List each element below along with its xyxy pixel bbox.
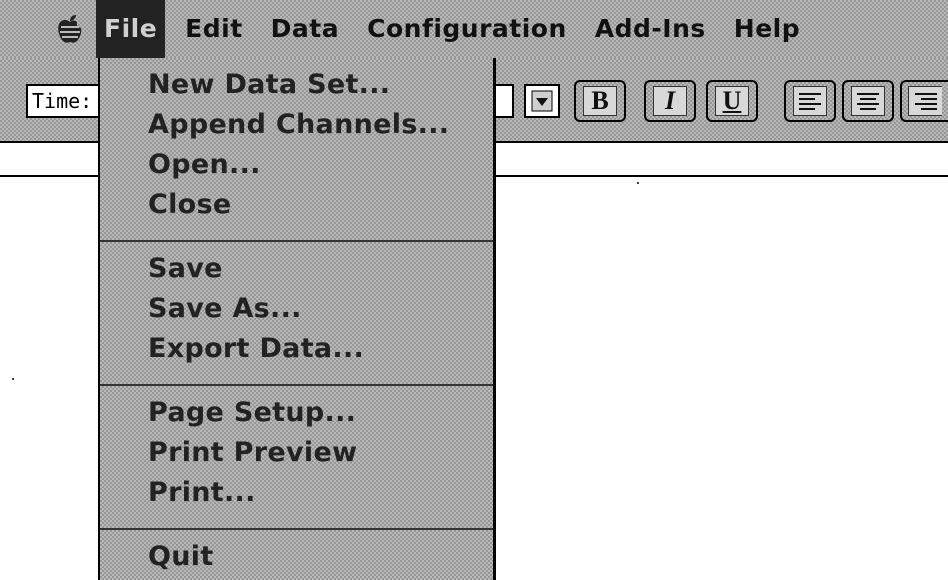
menu-item-save-as[interactable]: Save As... xyxy=(148,292,302,326)
file-menu-dropdown: New Data Set... Append Channels... Open.… xyxy=(98,58,496,580)
align-left-icon xyxy=(799,92,821,110)
align-right-button[interactable] xyxy=(900,80,948,122)
font-dropdown-button[interactable] xyxy=(524,84,560,118)
menu-item-export-data[interactable]: Export Data... xyxy=(148,332,364,366)
bold-button[interactable]: B xyxy=(574,80,626,122)
italic-button[interactable]: I xyxy=(644,80,696,122)
font-field-edge xyxy=(494,84,514,118)
align-center-icon xyxy=(857,92,879,110)
align-right-icon xyxy=(914,92,937,110)
apple-menu[interactable] xyxy=(44,0,96,58)
content-mark xyxy=(12,378,14,380)
menu-separator xyxy=(100,528,493,530)
menu-item-save[interactable]: Save xyxy=(148,252,223,286)
apple-logo-icon xyxy=(58,15,82,43)
bold-label: B xyxy=(583,86,617,116)
content-mark xyxy=(637,182,639,184)
menu-item-quit[interactable]: Quit xyxy=(148,540,214,574)
menu-add-ins[interactable]: Add-Ins xyxy=(581,0,720,58)
triangle-down-icon xyxy=(531,90,553,112)
menu-separator xyxy=(100,384,493,386)
menu-item-print[interactable]: Print... xyxy=(148,476,256,510)
menu-item-page-setup[interactable]: Page Setup... xyxy=(148,396,356,430)
menu-configuration[interactable]: Configuration xyxy=(353,0,581,58)
menu-item-new-data-set[interactable]: New Data Set... xyxy=(148,68,390,102)
align-center-button[interactable] xyxy=(842,80,894,122)
menu-data[interactable]: Data xyxy=(257,0,353,58)
menu-file[interactable]: File xyxy=(96,0,166,58)
menu-help[interactable]: Help xyxy=(720,0,814,58)
menu-item-open[interactable]: Open... xyxy=(148,148,261,182)
align-left-button[interactable] xyxy=(784,80,836,122)
underline-button[interactable]: U xyxy=(706,80,758,122)
underline-label: U xyxy=(715,86,749,116)
font-name-field[interactable]: Time: xyxy=(26,84,104,118)
menu-separator xyxy=(100,240,493,242)
menu-bar: File Edit Data Configuration Add-Ins Hel… xyxy=(0,0,948,58)
menu-item-print-preview[interactable]: Print Preview xyxy=(148,436,357,470)
menu-item-append-channels[interactable]: Append Channels... xyxy=(148,108,449,142)
menu-edit[interactable]: Edit xyxy=(171,0,257,58)
menu-item-close[interactable]: Close xyxy=(148,188,232,222)
italic-label: I xyxy=(653,86,687,116)
